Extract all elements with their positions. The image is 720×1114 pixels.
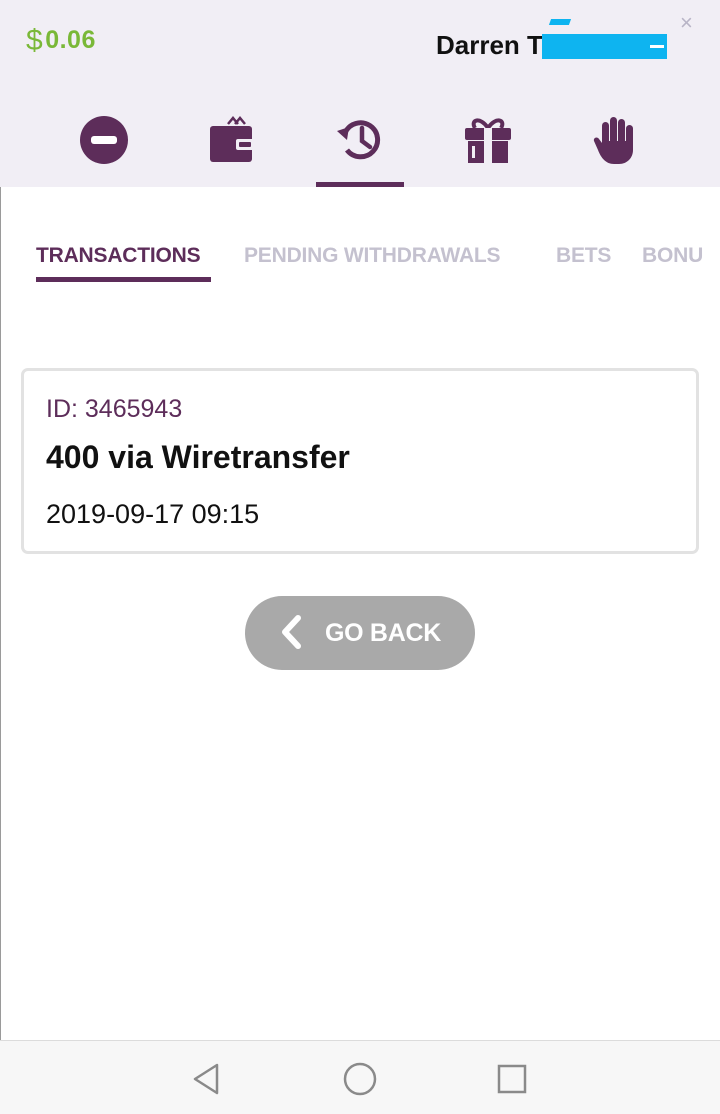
transaction-card: ID: 3465943 400 via Wiretransfer 2019-09…	[21, 368, 699, 554]
user-name: Darren T	[436, 30, 543, 60]
recents-square-icon	[497, 1064, 527, 1094]
transaction-datetime: 2019-09-17 09:15	[46, 499, 260, 529]
system-home-button[interactable]	[340, 1061, 380, 1097]
tab-bets[interactable]: BETS	[556, 244, 611, 268]
redaction-mark-line	[650, 45, 664, 48]
system-recents-button[interactable]	[492, 1061, 532, 1097]
currency-symbol: $	[26, 24, 44, 57]
home-circle-icon	[343, 1062, 377, 1096]
balance-display[interactable]: $0.06	[26, 24, 96, 58]
gift-icon	[465, 118, 511, 163]
transaction-id: ID: 3465943	[46, 395, 183, 423]
system-nav-bar	[0, 1040, 720, 1114]
system-back-button[interactable]	[186, 1061, 226, 1097]
tab-pending-withdrawals[interactable]: PENDING WITHDRAWALS	[244, 244, 501, 268]
nav-wallet-button[interactable]	[198, 108, 264, 172]
nav-active-indicator	[316, 182, 404, 187]
history-icon	[337, 120, 381, 160]
close-button[interactable]: ×	[680, 12, 693, 34]
go-back-button[interactable]: GO BACK	[245, 596, 475, 670]
chevron-left-icon	[282, 615, 301, 649]
nav-hand-button[interactable]	[583, 108, 649, 172]
minus-circle-icon	[80, 116, 128, 164]
header-bar: $0.06 Darren T ×	[0, 0, 720, 187]
nav-gift-button[interactable]	[455, 108, 521, 172]
balance-amount: 0.06	[45, 26, 96, 54]
left-border	[0, 187, 1, 1040]
transaction-title: 400 via Wiretransfer	[46, 439, 350, 475]
redaction-mark	[542, 34, 667, 59]
nav-history-button[interactable]	[327, 108, 393, 172]
redaction-mark-stroke	[548, 19, 572, 25]
tab-bar: TRANSACTIONS PENDING WITHDRAWALS BETS BO…	[0, 240, 720, 286]
wallet-icon	[210, 116, 254, 162]
nav-minus-button[interactable]	[71, 108, 137, 172]
go-back-label: GO BACK	[325, 619, 441, 647]
tab-transactions[interactable]: TRANSACTIONS	[36, 244, 201, 268]
back-triangle-icon	[193, 1063, 219, 1095]
tab-bonuses[interactable]: BONU	[642, 244, 703, 268]
tab-active-underline	[36, 277, 211, 282]
hand-stop-icon	[593, 117, 633, 164]
